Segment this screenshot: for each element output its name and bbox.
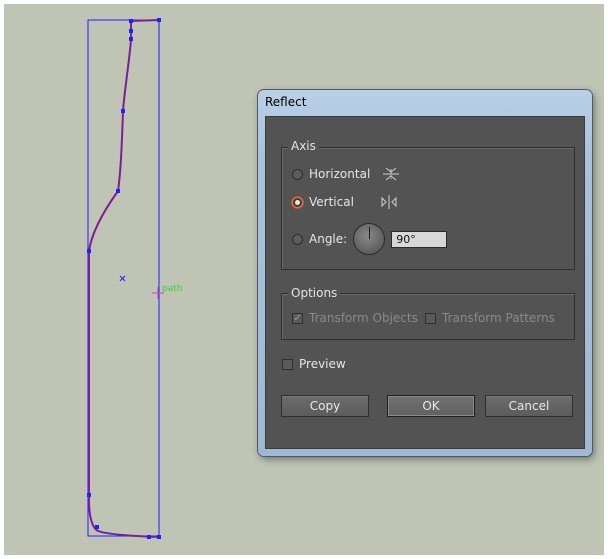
anchor-point[interactable] [157, 535, 161, 539]
preview-label: Preview [299, 357, 346, 371]
dialog-title: Reflect [265, 95, 307, 109]
dialog-body: Axis Horizontal Vertical Angle: 90° Opti… [265, 116, 585, 449]
angle-option[interactable]: Angle: 90° [292, 223, 448, 255]
preview-checkbox[interactable] [282, 358, 293, 370]
bottle-path[interactable] [88, 19, 160, 538]
axis-group-label: Axis [288, 139, 319, 153]
anchor-point[interactable] [129, 37, 133, 41]
anchor-point[interactable] [129, 19, 133, 23]
preview-option[interactable]: Preview [282, 357, 346, 371]
options-group-label: Options [288, 286, 341, 300]
vertical-radio[interactable] [292, 196, 303, 208]
transform-patterns-checkbox[interactable] [425, 312, 436, 324]
reflect-vertical-icon [381, 195, 397, 209]
anchor-point[interactable] [147, 535, 151, 539]
center-point-icon [119, 275, 126, 282]
path-hint-label: path [162, 284, 182, 294]
transform-objects-option[interactable]: ✓ Transform Objects [292, 311, 418, 325]
angle-radio[interactable] [292, 233, 303, 245]
transform-patterns-option[interactable]: Transform Patterns [425, 311, 555, 325]
reflect-horizontal-icon [383, 167, 400, 181]
anchor-point[interactable] [95, 525, 99, 529]
angle-label: Angle: [309, 232, 348, 246]
transform-patterns-label: Transform Patterns [442, 311, 555, 325]
anchor-point[interactable] [129, 29, 133, 33]
cancel-button[interactable]: Cancel [485, 395, 573, 417]
transform-objects-checkbox[interactable]: ✓ [292, 312, 303, 324]
vertical-option[interactable]: Vertical [292, 194, 398, 210]
angle-dial[interactable] [353, 223, 386, 255]
ok-button[interactable]: OK [387, 395, 475, 417]
copy-button[interactable]: Copy [281, 395, 369, 417]
horizontal-radio[interactable] [292, 168, 303, 180]
anchor-point[interactable] [157, 18, 161, 22]
angle-input[interactable]: 90° [391, 230, 448, 248]
horizontal-option[interactable]: Horizontal [292, 166, 400, 182]
anchor-point[interactable] [116, 189, 120, 193]
anchor-point[interactable] [87, 249, 91, 253]
reflect-dialog[interactable]: Reflect Axis Horizontal Vertical Angle: … [258, 90, 592, 456]
horizontal-label: Horizontal [309, 167, 371, 181]
anchor-point[interactable] [121, 109, 125, 113]
vertical-label: Vertical [309, 195, 354, 209]
transform-objects-label: Transform Objects [309, 311, 418, 325]
anchor-point[interactable] [87, 493, 91, 497]
